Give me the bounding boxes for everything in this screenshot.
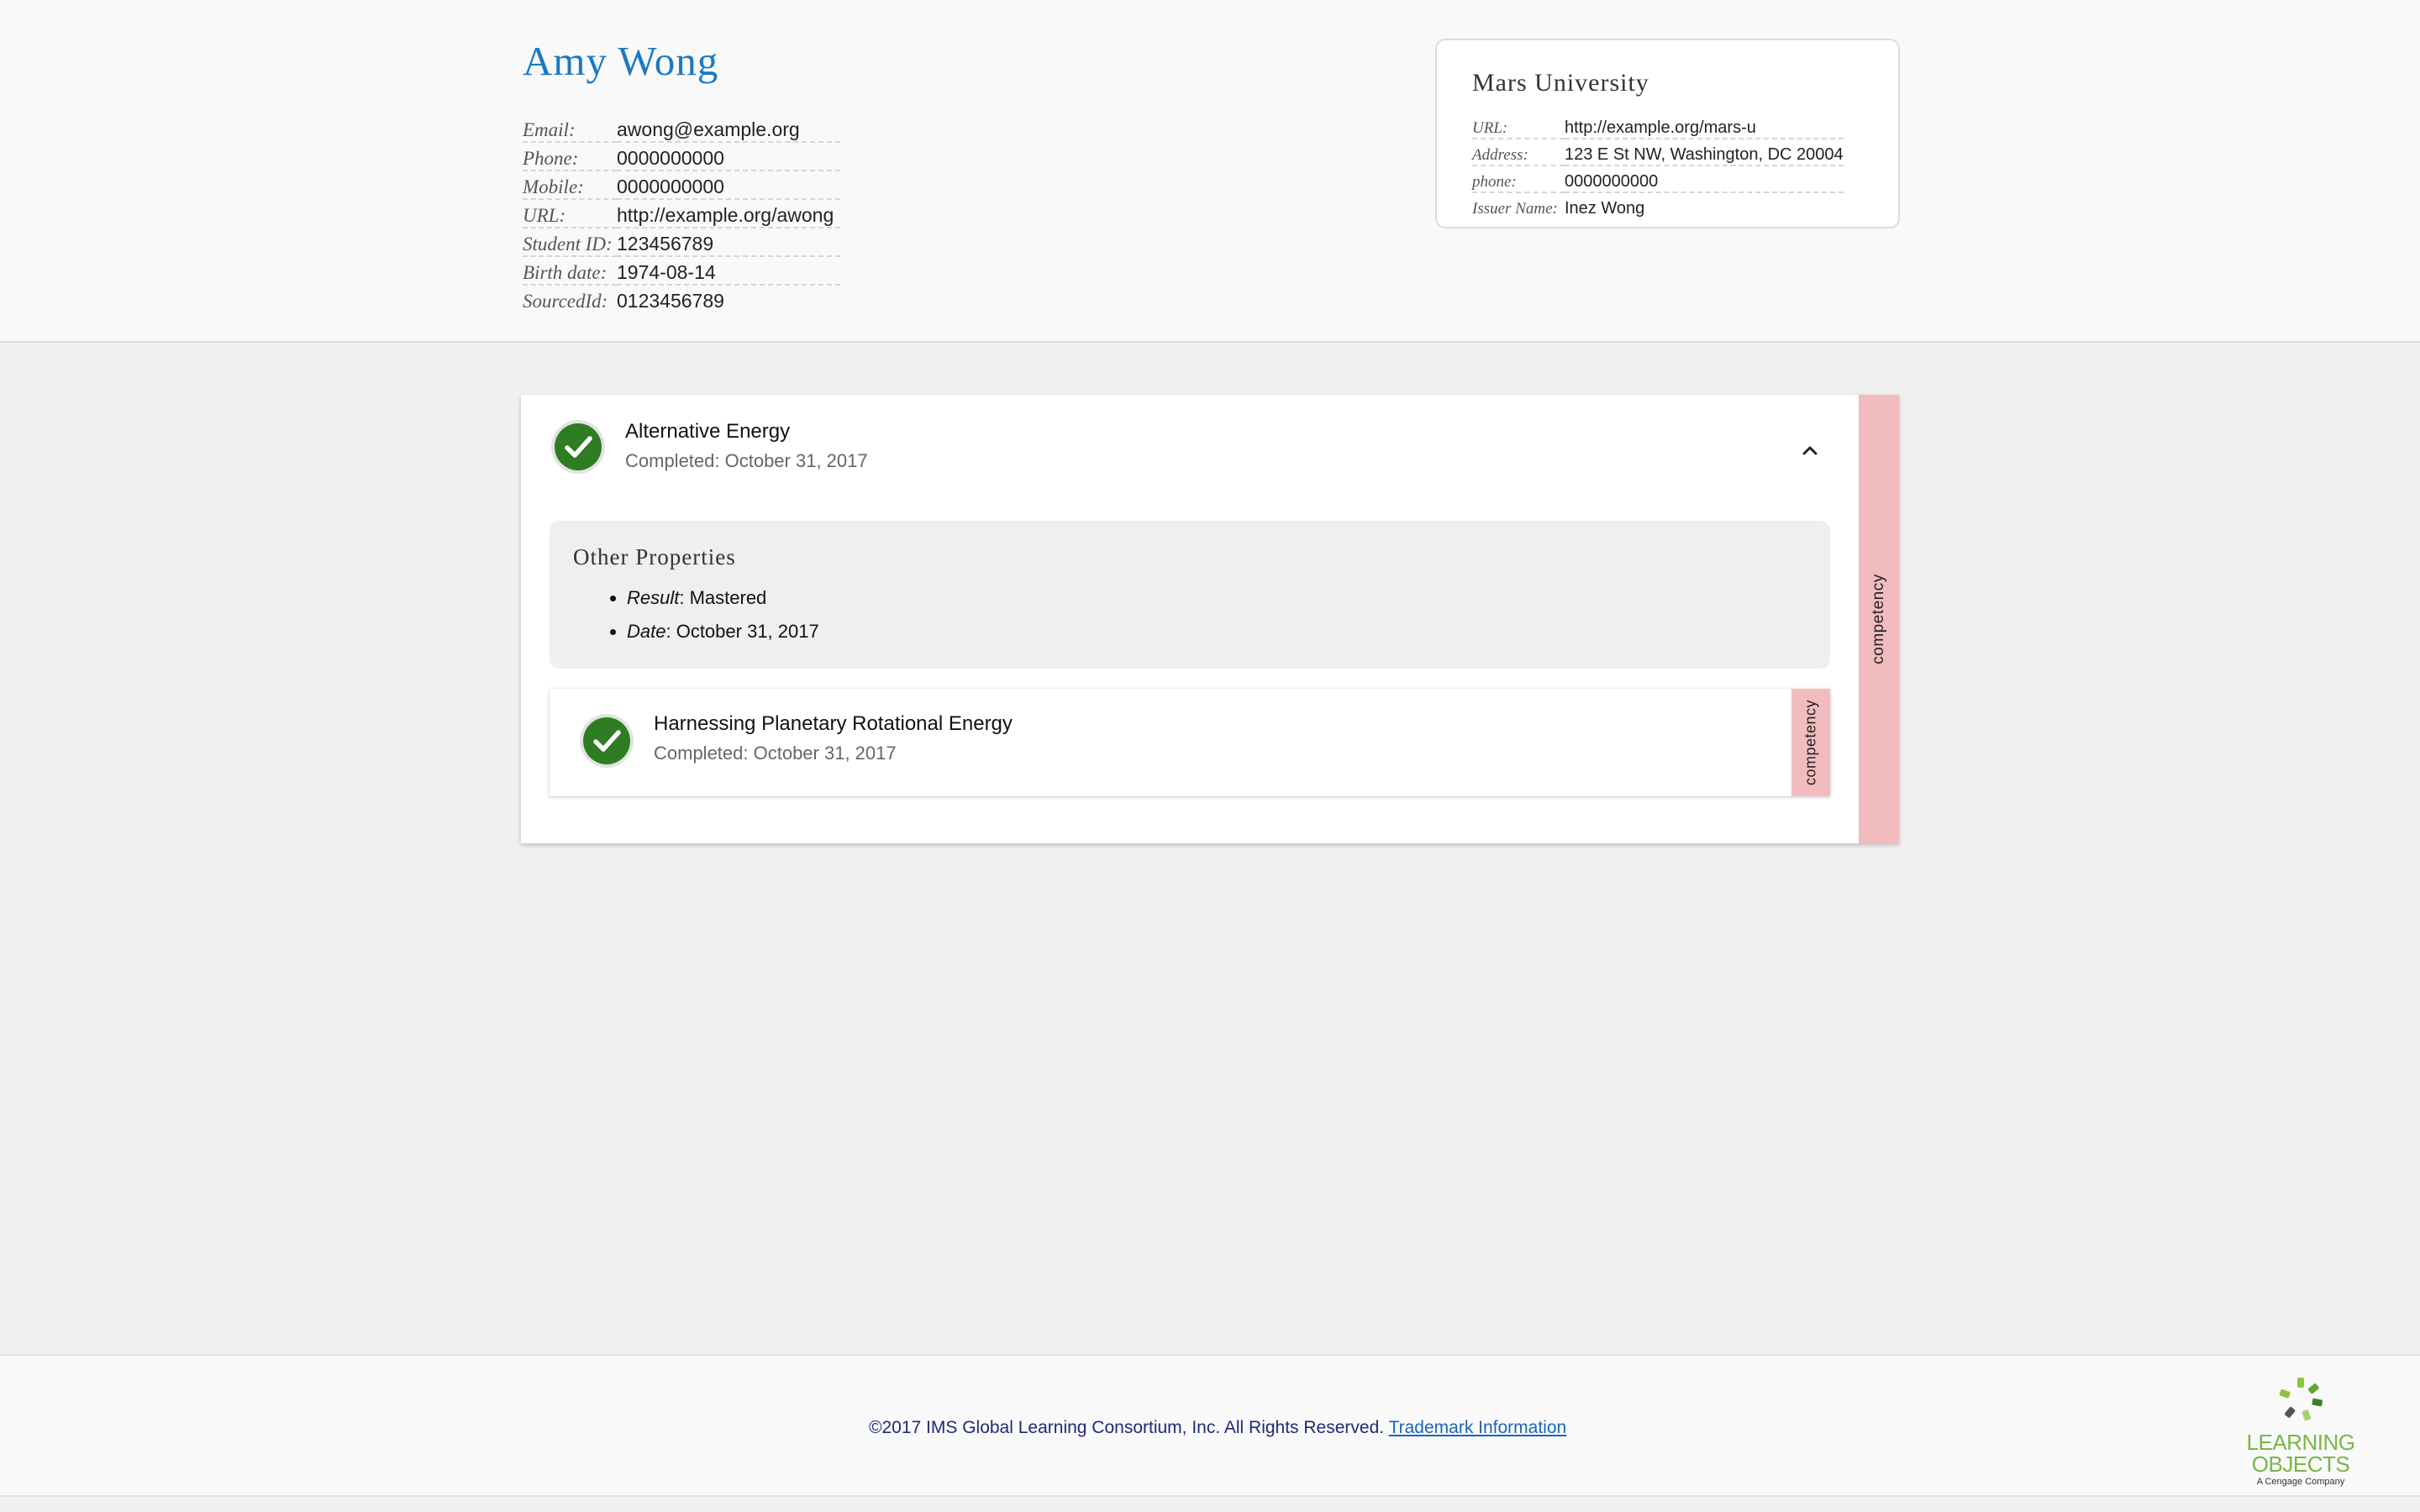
person-info-table: Email: awong@example.org Phone: 00000000… [523,114,840,312]
issuer-name: Mars University [1472,69,1649,97]
child-achievement-title: Harnessing Planetary Rotational Energy [654,712,1013,735]
person-sourcedid-row: SourcedId: 0123456789 [523,285,840,312]
property-key: Result [627,587,680,608]
header: Amy Wong Email: awong@example.org Phone:… [0,0,2420,343]
field-label: Mobile: [523,171,617,200]
field-value: 0000000000 [617,171,840,200]
other-properties-heading: Other Properties [573,544,736,570]
property-key: Date [627,621,666,642]
checkmark-glyph [565,436,592,458]
child-achievement-card[interactable]: Harnessing Planetary Rotational Energy C… [550,689,1830,796]
field-value: 123456789 [617,228,840,257]
collapse-toggle-button[interactable] [1798,438,1822,462]
field-value: 0123456789 [617,290,724,312]
other-properties-list: Result: Mastered Date: October 31, 2017 [603,581,819,648]
learning-objects-logo[interactable]: LEARNING OBJECTS A Cengage Company [2242,1373,2360,1487]
field-value: 1974-08-14 [617,256,840,286]
issuer-url-row: URL: http://example.org/mars-u [1472,113,1844,139]
field-value: 123 E St NW, Washington, DC 20004 [1565,139,1844,166]
footer-text: ©2017 IMS Global Learning Consortium, In… [869,1418,1566,1438]
logo-mark-icon [2279,1378,2323,1421]
property-value: : October 31, 2017 [666,621,819,642]
field-value: awong@example.org [617,114,840,143]
child-achievement-completed: Completed: October 31, 2017 [654,743,897,764]
field-label: Address: [1472,139,1565,166]
property-value: : Mastered [679,587,767,608]
achievement-type-label: competency [1870,574,1887,664]
issuer-address-row: Address: 123 E St NW, Washington, DC 200… [1472,139,1844,166]
field-label: Phone: [523,142,617,171]
logo-line-3: A Cengage Company [2256,1477,2345,1487]
checkmark-glyph [593,730,621,752]
person-birth-date-row: Birth date: 1974-08-14 [523,256,840,286]
check-circle-icon [555,423,602,470]
field-value: http://example.org/awong [617,199,840,228]
field-label: Issuer Name: [1472,200,1558,218]
field-label: SourcedId: [523,291,608,312]
person-url-row: URL: http://example.org/awong [523,199,840,228]
field-label: Birth date: [523,256,617,286]
child-type-label: competency [1802,699,1819,786]
field-label: phone: [1472,165,1565,193]
person-name: Amy Wong [523,38,719,84]
check-circle-icon [583,717,630,764]
issuer-phone-row: phone: 0000000000 [1472,165,1844,193]
other-properties-panel: Other Properties Result: Mastered Date: … [550,521,1830,669]
list-item: Result: Mastered [627,581,819,615]
achievement-card: Alternative Energy Completed: October 31… [521,395,1899,843]
logo-line-2: OBJECTS [2251,1452,2350,1477]
person-email-row: Email: awong@example.org [523,114,840,143]
person-phone-row: Phone: 0000000000 [523,142,840,171]
issuer-issuer-name-row: Issuer Name: Inez Wong [1472,192,1844,218]
field-label: Student ID: [523,228,617,257]
issuer-card: Mars University URL: http://example.org/… [1435,39,1900,228]
field-label: Email: [523,114,617,143]
list-item: Date: October 31, 2017 [627,615,819,648]
achievement-completed: Completed: October 31, 2017 [625,450,868,471]
chevron-up-icon [1802,446,1818,455]
field-value: Inez Wong [1565,199,1645,218]
issuer-info-table: URL: http://example.org/mars-u Address: … [1472,113,1844,218]
person-student-id-row: Student ID: 123456789 [523,228,840,257]
field-value: http://example.org/mars-u [1565,113,1844,139]
achievement-title: Alternative Energy [625,420,791,443]
copyright-text: ©2017 IMS Global Learning Consortium, In… [869,1418,1385,1437]
child-type-strip: competency [1791,689,1830,796]
field-label: URL: [1472,113,1565,139]
footer: ©2017 IMS Global Learning Consortium, In… [0,1354,2420,1497]
achievement-type-strip: competency [1859,395,1899,843]
field-label: URL: [523,199,617,228]
field-value: 0000000000 [617,142,840,171]
person-mobile-row: Mobile: 0000000000 [523,171,840,200]
field-value: 0000000000 [1565,165,1844,193]
trademark-link[interactable]: Trademark Information [1389,1418,1567,1437]
